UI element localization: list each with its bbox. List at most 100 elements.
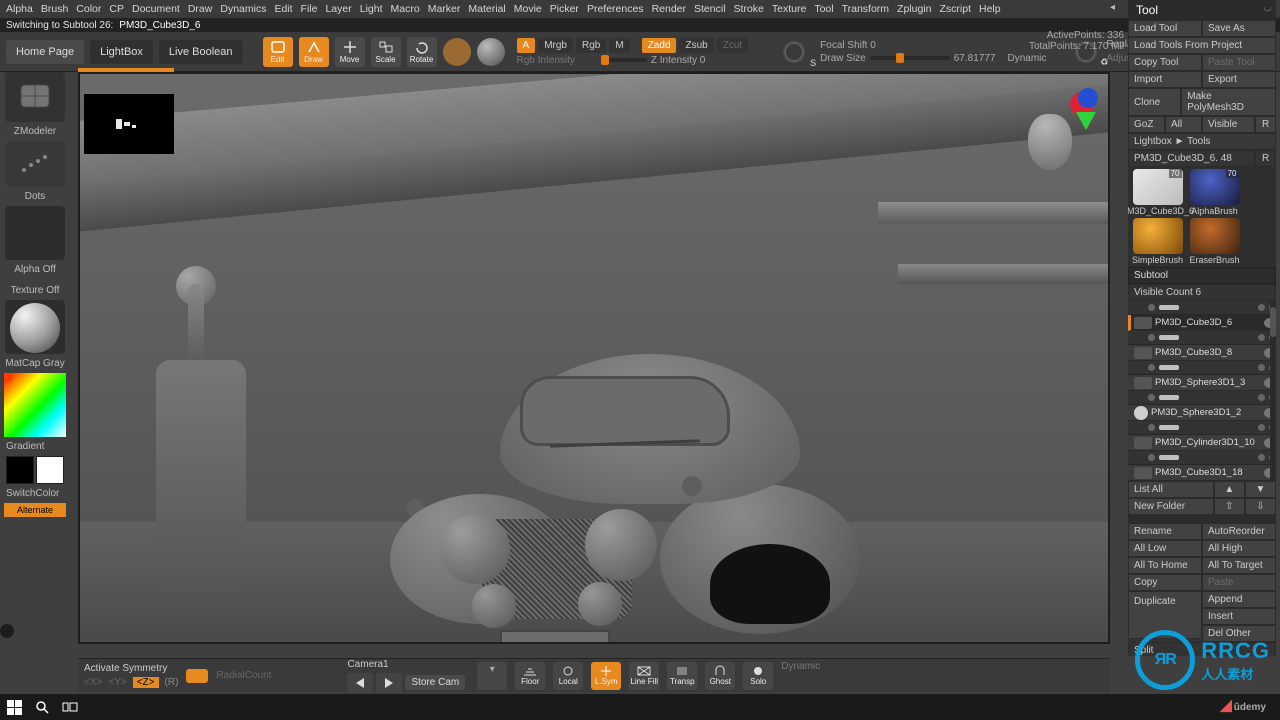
copy-tool-button[interactable]: Copy Tool: [1128, 54, 1202, 71]
menu-alpha[interactable]: Alpha: [6, 3, 33, 15]
all-to-home-button[interactable]: All To Home: [1128, 557, 1202, 574]
brush-thumbnail[interactable]: [5, 72, 65, 122]
alternate-button[interactable]: Alternate: [4, 503, 66, 517]
subtool-row-1[interactable]: PM3D_Cube3D_8: [1128, 345, 1276, 361]
all-low-button[interactable]: All Low: [1128, 540, 1202, 557]
load-from-project-button[interactable]: Load Tools From Project: [1128, 37, 1276, 54]
menu-file[interactable]: File: [301, 3, 318, 15]
import-button[interactable]: Import: [1128, 71, 1202, 88]
goz-visible-button[interactable]: Visible: [1202, 116, 1255, 133]
move-down-button[interactable]: ▼: [1245, 481, 1276, 498]
subtool-row-4[interactable]: PM3D_Cylinder3D1_10: [1128, 435, 1276, 451]
menu-render[interactable]: Render: [652, 3, 686, 15]
menu-marker[interactable]: Marker: [428, 3, 461, 15]
dynamic-toggle[interactable]: Dynamic: [1007, 53, 1046, 64]
goz-r-button[interactable]: R: [1255, 116, 1276, 133]
brush-preview-shaded[interactable]: [477, 38, 505, 66]
paste-tool-button[interactable]: Paste Tool: [1202, 54, 1276, 71]
list-all-button[interactable]: List All: [1128, 481, 1214, 498]
camera-label[interactable]: Camera1: [347, 659, 388, 670]
transp-toggle[interactable]: Transp: [667, 662, 697, 690]
all-high-button[interactable]: All High: [1202, 540, 1276, 557]
camera-head-widget[interactable]: [1028, 114, 1072, 170]
color-picker[interactable]: [4, 373, 66, 437]
menu-stroke[interactable]: Stroke: [734, 3, 764, 15]
alpha-thumbnail[interactable]: [5, 206, 65, 260]
menu-color[interactable]: Color: [76, 3, 101, 15]
menu-macro[interactable]: Macro: [391, 3, 420, 15]
subtool-header[interactable]: Subtool: [1128, 267, 1276, 284]
timeline-play-button[interactable]: [376, 673, 402, 693]
subtool-row-3[interactable]: PM3D_Sphere3D1_2: [1128, 405, 1276, 421]
live-boolean-button[interactable]: Live Boolean: [159, 40, 243, 64]
auto-reorder-button[interactable]: AutoReorder: [1202, 523, 1276, 540]
radial-count-label[interactable]: RadialCount: [216, 670, 271, 681]
secondary-color-swatch[interactable]: [36, 456, 64, 484]
menu-picker[interactable]: Picker: [550, 3, 579, 15]
load-tool-button[interactable]: Load Tool: [1128, 20, 1202, 37]
all-to-target-button[interactable]: All To Target: [1202, 557, 1276, 574]
menu-movie[interactable]: Movie: [514, 3, 542, 15]
edge-handle[interactable]: [0, 624, 14, 638]
menu-transform[interactable]: Transform: [842, 3, 889, 15]
menu-draw[interactable]: Draw: [188, 3, 213, 15]
lsym-toggle[interactable]: L.Sym: [591, 662, 621, 690]
menu-help[interactable]: Help: [979, 3, 1001, 15]
move-mode-button[interactable]: Move: [335, 37, 365, 67]
timeline-prev-button[interactable]: [347, 673, 373, 693]
local-toggle[interactable]: Local: [553, 662, 583, 690]
camera-dropdown[interactable]: ▾: [477, 662, 507, 690]
focal-shift-dial[interactable]: S: [780, 38, 808, 66]
move-up-button[interactable]: ▲: [1214, 481, 1245, 498]
floor-toggle[interactable]: Floor: [515, 662, 545, 690]
task-view-button[interactable]: [62, 699, 78, 715]
split-row[interactable]: Split: [1128, 642, 1276, 656]
tool-item-simple[interactable]: SimpleBrush: [1130, 218, 1185, 265]
mrgb-chip[interactable]: Mrgb: [538, 38, 573, 53]
subtool-row-0[interactable]: PM3D_Cube3D_6: [1128, 315, 1276, 331]
focal-shift-slider[interactable]: Focal Shift 0: [820, 40, 1046, 51]
texture-thumbnail[interactable]: [5, 300, 65, 354]
stroke-thumbnail[interactable]: [5, 141, 65, 187]
tool-item-alpha[interactable]: 70 AlphaBrush: [1187, 169, 1242, 216]
menu-cp[interactable]: CP: [109, 3, 124, 15]
menu-preferences[interactable]: Preferences: [587, 3, 644, 15]
brush-preview-material[interactable]: [443, 38, 471, 66]
draw-mode-button[interactable]: Draw: [299, 37, 329, 67]
ghost-toggle[interactable]: Ghost: [705, 662, 735, 690]
tool-item-mesh[interactable]: 70 PM3D_Cube3D_6: [1130, 169, 1185, 216]
zsub-chip[interactable]: Zsub: [679, 38, 713, 53]
tool-palette-title[interactable]: Tool ◂ ◡: [1128, 0, 1276, 20]
duplicate-button[interactable]: Duplicate: [1128, 591, 1202, 639]
clone-button[interactable]: Clone: [1128, 88, 1181, 116]
folder-down-button[interactable]: ⇩: [1245, 498, 1276, 515]
subtool-paste-button[interactable]: Paste: [1202, 574, 1276, 591]
menu-tool[interactable]: Tool: [814, 3, 833, 15]
menu-texture[interactable]: Texture: [772, 3, 806, 15]
start-button[interactable]: [6, 699, 22, 715]
gradient-label[interactable]: Gradient: [4, 441, 44, 452]
folder-up-button[interactable]: ⇧: [1214, 498, 1245, 515]
rgb-chip[interactable]: Rgb: [576, 38, 606, 53]
store-cam-button[interactable]: Store Cam: [405, 675, 465, 690]
viewport[interactable]: [78, 72, 1110, 644]
sym-m-toggle[interactable]: [186, 669, 208, 683]
history-thumbnail[interactable]: [84, 94, 174, 154]
menu-zscript[interactable]: Zscript: [940, 3, 972, 15]
subtool-scrollbar[interactable]: [1270, 301, 1276, 481]
switch-color-button[interactable]: SwitchColor: [4, 488, 59, 499]
scale-mode-button[interactable]: Scale: [371, 37, 401, 67]
menu-dynamics[interactable]: Dynamics: [220, 3, 266, 15]
z-intensity-slider[interactable]: Z Intensity 0: [601, 55, 705, 66]
subtool-row-5[interactable]: PM3D_Cube3D1_18: [1128, 465, 1276, 481]
menu-edit[interactable]: Edit: [274, 3, 292, 15]
rename-button[interactable]: Rename: [1128, 523, 1202, 540]
tool-item-eraser[interactable]: EraserBrush: [1187, 218, 1242, 265]
append-button[interactable]: Append: [1202, 591, 1276, 608]
visible-count-slider[interactable]: Visible Count 6: [1128, 284, 1276, 301]
lightbox-tools-button[interactable]: Lightbox ► Tools: [1128, 133, 1276, 150]
dynamic-label[interactable]: Dynamic: [781, 661, 820, 672]
menu-document[interactable]: Document: [132, 3, 180, 15]
main-color-swatch[interactable]: [6, 456, 34, 484]
m-chip[interactable]: M: [609, 38, 629, 53]
